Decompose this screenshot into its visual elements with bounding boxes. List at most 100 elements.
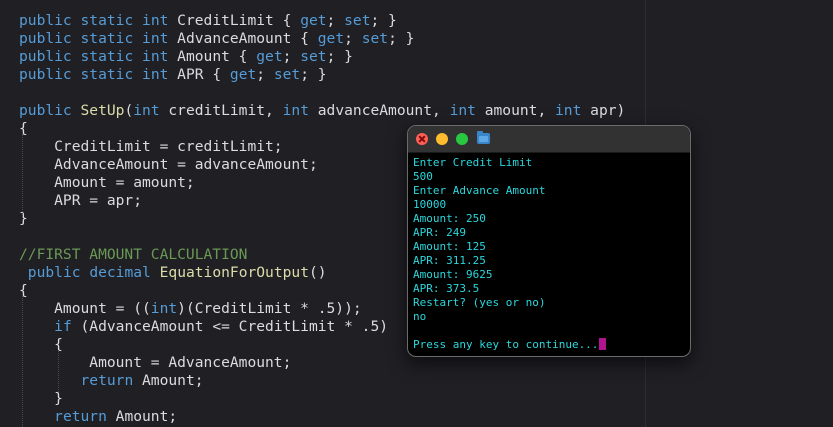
code-line: Amount = ((int)(CreditLimit * .5)); [19,300,362,318]
terminal-line-text: APR: 311.25 [413,254,486,267]
code-token: ( [124,102,134,119]
code-line: return Amount; [19,408,177,426]
terminal-line-text: Enter Credit Limit [413,156,533,169]
code-token: Amount = AdvanceAmount; [19,354,292,371]
code-token: )(CreditLimit * .5)); [177,300,362,317]
code-token: int [142,12,169,29]
code-line: public decimal EquationForOutput() [19,264,327,282]
minimize-icon[interactable] [436,133,448,145]
code-token: () [309,264,327,281]
code-token: AdvanceAmount = advanceAmount; [19,156,318,173]
terminal-cursor [599,338,607,350]
code-line: { [19,282,28,300]
code-token: EquationForOutput [159,264,309,281]
code-line: Amount = AdvanceAmount; [19,354,291,372]
code-token: Amount = amount; [19,174,195,191]
code-token: int [555,102,582,119]
terminal-line: 500 [413,170,685,184]
terminal-titlebar[interactable] [408,126,690,153]
code-token: public [19,102,72,119]
code-token: //FIRST AMOUNT CALCULATION [19,246,248,263]
close-icon[interactable] [416,133,428,145]
code-line: } [19,210,28,228]
terminal-line-text: APR: 373.5 [413,282,480,295]
code-line: { [19,336,63,354]
terminal-line: Restart? (yes or no) [413,296,685,310]
terminal-line: Enter Credit Limit [413,156,685,170]
code-token: } [19,210,28,227]
code-token: static [80,12,134,29]
code-token: set [344,12,371,29]
code-token: int [142,66,169,83]
terminal-line-text: 500 [413,170,433,183]
code-token: get [256,48,283,65]
terminal-line: 10000 [413,198,685,212]
code-token: static [80,66,134,83]
terminal-line-text: Amount: 250 [413,212,486,225]
code-line: public static int Amount { get; set; } [19,48,353,66]
terminal-line: APR: 249 [413,226,685,240]
code-token: ; [326,12,345,29]
code-token: ; } [326,48,353,65]
code-token: ; } [300,66,327,83]
code-token: ; [344,30,362,47]
code-line: public SetUp(int creditLimit, int advanc… [19,102,625,120]
terminal-line: Amount: 9625 [413,268,685,282]
code-token: return [54,408,107,425]
code-token: static [80,30,134,47]
terminal-line-text: 10000 [413,198,447,211]
indent-guide [58,350,59,392]
code-token: (AdvanceAmount <= CreditLimit * .5) [71,318,389,335]
code-token: public [19,66,72,83]
code-token: get [229,66,257,83]
code-token: get [300,12,327,29]
code-token: amount, [475,102,556,119]
code-token: int [150,300,178,317]
code-token: decimal [89,264,151,281]
code-token: apr) [581,102,626,119]
terminal-line-text: no [413,310,427,323]
code-token: { [19,120,28,137]
code-token: ; [282,48,301,65]
code-token: if [54,318,72,335]
code-line: Amount = amount; [19,174,195,192]
terminal-line: APR: 373.5 [413,282,685,296]
code-line: CreditLimit = creditLimit; [19,138,282,156]
code-token: int [133,102,160,119]
code-line: //FIRST AMOUNT CALCULATION [19,246,247,264]
code-token: int [142,48,169,65]
code-token: set [300,48,327,65]
terminal-line: no [413,310,685,324]
code-line: APR = apr; [19,192,142,210]
code-line: public static int APR { get; set; } [19,66,327,84]
code-token: public [19,30,72,47]
code-token: { [19,336,63,353]
terminal-line: Amount: 250 [413,212,685,226]
terminal-line: APR: 311.25 [413,254,685,268]
terminal-line-text: Amount: 125 [413,240,486,253]
code-token: int [142,30,169,47]
indent-guide [22,134,23,218]
terminal-window[interactable]: Enter Credit Limit 500 Enter Advance Amoun… [407,125,691,357]
code-line: } [19,390,63,408]
terminal-line-text: Amount: 9625 [413,268,493,281]
terminal-output[interactable]: Enter Credit Limit 500 Enter Advance Amoun… [413,156,685,352]
maximize-icon[interactable] [456,133,468,145]
code-token: SetUp [80,102,125,119]
code-token: Amount { [168,48,257,65]
code-token: } [19,390,63,407]
code-line: if (AdvanceAmount <= CreditLimit * .5) [19,318,388,336]
code-token: creditLimit, [159,102,283,119]
code-token: CreditLimit { [168,12,301,29]
code-line: AdvanceAmount = advanceAmount; [19,156,318,174]
terminal-line: Press any key to continue... [413,338,685,352]
